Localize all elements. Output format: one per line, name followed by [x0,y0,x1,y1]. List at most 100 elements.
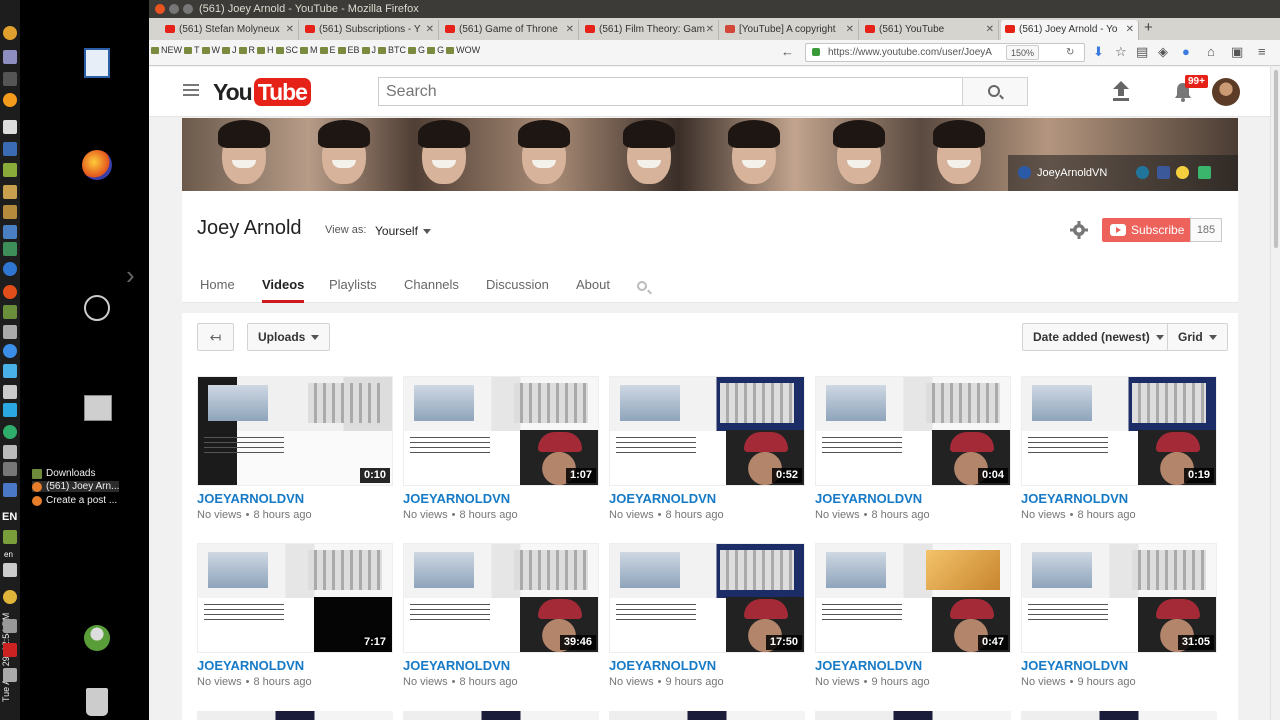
video-thumbnail[interactable]: 1:07 [403,376,599,486]
launcher-app-icon[interactable] [3,205,17,219]
launcher-app-icon[interactable] [3,445,17,459]
video-title[interactable]: JOEYARNOLDVN [197,491,304,506]
video-item[interactable]: 39:46 JOEYARNOLDVN No views • 8 hours ago [403,543,599,703]
launcher-app-icon[interactable] [3,344,17,358]
channel-title[interactable]: Joey Arnold [197,217,302,240]
extension-icon[interactable]: ◈ [1158,44,1168,60]
bookmark-star-icon[interactable]: ☆ [1115,44,1127,60]
launcher-app-icon[interactable] [3,120,17,134]
video-title[interactable]: JOEYARNOLDVN [403,658,510,673]
minimize-window-icon[interactable] [169,4,179,14]
uploads-dropdown[interactable]: Uploads [247,323,331,351]
guide-menu-icon[interactable] [183,84,199,96]
bluetooth-icon[interactable] [3,619,17,633]
launcher-app-icon[interactable] [3,262,17,276]
bookmark-item[interactable]: G [427,45,444,55]
language-indicator[interactable]: EN [2,511,17,523]
gear-icon[interactable] [1070,221,1088,239]
video-item[interactable]: 0:47 JOEYARNOLDVN No views • 9 hours ago [815,543,1011,703]
launcher-app-icon[interactable] [3,364,17,378]
browser-tab[interactable]: (561) YouTube ✕ [861,20,999,40]
launcher-app-icon[interactable] [3,385,17,399]
video-title[interactable]: JOEYARNOLDVN [815,491,922,506]
video-thumbnail[interactable]: 39:46 [403,543,599,653]
video-title[interactable]: JOEYARNOLDVN [609,491,716,506]
upload-icon[interactable] [1113,81,1129,101]
launcher-app-icon[interactable] [3,668,17,682]
tab-home[interactable]: Home [200,277,235,303]
launcher-app-icon[interactable] [3,185,17,199]
bookmark-item[interactable]: EB [337,45,360,55]
close-tab-icon[interactable]: ✕ [986,20,994,39]
bookmark-item[interactable]: R [238,45,255,55]
bookmark-item[interactable]: J [361,45,376,55]
video-title[interactable]: JOEYARNOLDVN [815,658,922,673]
browser-tab[interactable]: [YouTube] A copyright ✕ [721,20,859,40]
close-tab-icon[interactable]: ✕ [846,20,854,39]
firefox-icon[interactable] [82,150,112,180]
close-tab-icon[interactable]: ✕ [426,20,434,39]
video-thumbnail[interactable]: 0:04 [815,376,1011,486]
avatar[interactable] [1212,78,1240,106]
channel-search-icon[interactable] [637,281,647,291]
pocket-icon[interactable]: ▣ [1231,44,1243,60]
user-login-icon[interactable] [84,625,110,651]
video-thumbnail-partial[interactable] [197,711,393,720]
launcher-app-icon[interactable] [3,50,17,64]
video-item[interactable]: 0:10 JOEYARNOLDVN No views • 8 hours ago [197,376,393,536]
browser-tab[interactable]: (561) Film Theory: Gam ✕ [581,20,719,40]
bookmark-item[interactable]: W [201,45,220,55]
video-item[interactable]: 7:17 JOEYARNOLDVN No views • 8 hours ago [197,543,393,703]
reload-icon[interactable]: ↻ [1066,44,1074,61]
browser-tab[interactable]: (561) Subscriptions - Y ✕ [301,20,439,40]
new-tab-button[interactable]: + [1144,19,1153,36]
tab-playlists[interactable]: Playlists [329,277,377,303]
video-thumbnail[interactable]: 0:19 [1021,376,1217,486]
bookmark-item[interactable]: BTC [378,45,406,55]
browser-tab[interactable]: (561) Stefan Molyneux ✕ [161,20,299,40]
chevron-right-icon[interactable]: › [126,262,135,288]
tray-item-downloads[interactable]: Downloads [32,468,95,479]
close-window-icon[interactable] [155,4,165,14]
menu-icon[interactable]: ≡ [1258,44,1266,60]
sort-dropdown[interactable]: Date added (newest) [1022,323,1175,351]
bookmark-item[interactable]: NEW [151,45,182,55]
video-thumbnail-partial[interactable] [815,711,1011,720]
video-item[interactable]: 17:50 JOEYARNOLDVN No views • 9 hours ago [609,543,805,703]
url-bar[interactable]: https://www.youtube.com/user/JoeyA 150% … [805,43,1085,62]
bookmark-item[interactable]: T [184,45,200,55]
launcher-app-icon[interactable] [3,163,17,177]
video-thumbnail[interactable]: 0:10 [197,376,393,486]
search-input[interactable] [378,77,963,106]
ubuntu-icon[interactable] [84,295,110,321]
video-item[interactable]: 0:19 JOEYARNOLDVN No views • 8 hours ago [1021,376,1217,536]
extension-icon[interactable]: ● [1182,44,1190,60]
download-icon[interactable]: ⬇ [1093,44,1104,60]
library-icon[interactable]: ▤ [1136,44,1148,60]
video-item[interactable]: 0:52 JOEYARNOLDVN No views • 8 hours ago [609,376,805,536]
tab-about[interactable]: About [576,277,610,303]
home-icon[interactable]: ⌂ [1207,44,1215,60]
close-tab-icon[interactable]: ✕ [566,20,574,39]
close-tab-icon[interactable]: ✕ [286,20,294,39]
browser-tab[interactable]: (561) Game of Throne ✕ [441,20,579,40]
lightbulb-icon[interactable] [1176,166,1189,179]
bookmark-item[interactable]: E [319,45,336,55]
launcher-app-icon[interactable] [3,325,17,339]
search-button[interactable] [962,77,1028,106]
video-title[interactable]: JOEYARNOLDVN [609,658,716,673]
page-scrollbar[interactable] [1270,67,1280,720]
video-title[interactable]: JOEYARNOLDVN [197,658,304,673]
link-icon[interactable] [1198,166,1211,179]
video-thumbnail-partial[interactable] [609,711,805,720]
video-title[interactable]: JOEYARNOLDVN [1021,658,1128,673]
video-thumbnail-partial[interactable] [1021,711,1217,720]
view-mode-dropdown[interactable]: Grid [1167,323,1228,351]
tab-videos[interactable]: Videos [262,277,305,303]
bookmark-item[interactable]: WOW [446,45,480,55]
banner-channel-link[interactable]: JoeyArnoldVN [1018,166,1107,179]
volume-icon[interactable] [3,563,17,577]
video-thumbnail[interactable]: 17:50 [609,543,805,653]
launcher-app-icon[interactable] [3,242,17,256]
bookmark-item[interactable]: SC [275,45,298,55]
